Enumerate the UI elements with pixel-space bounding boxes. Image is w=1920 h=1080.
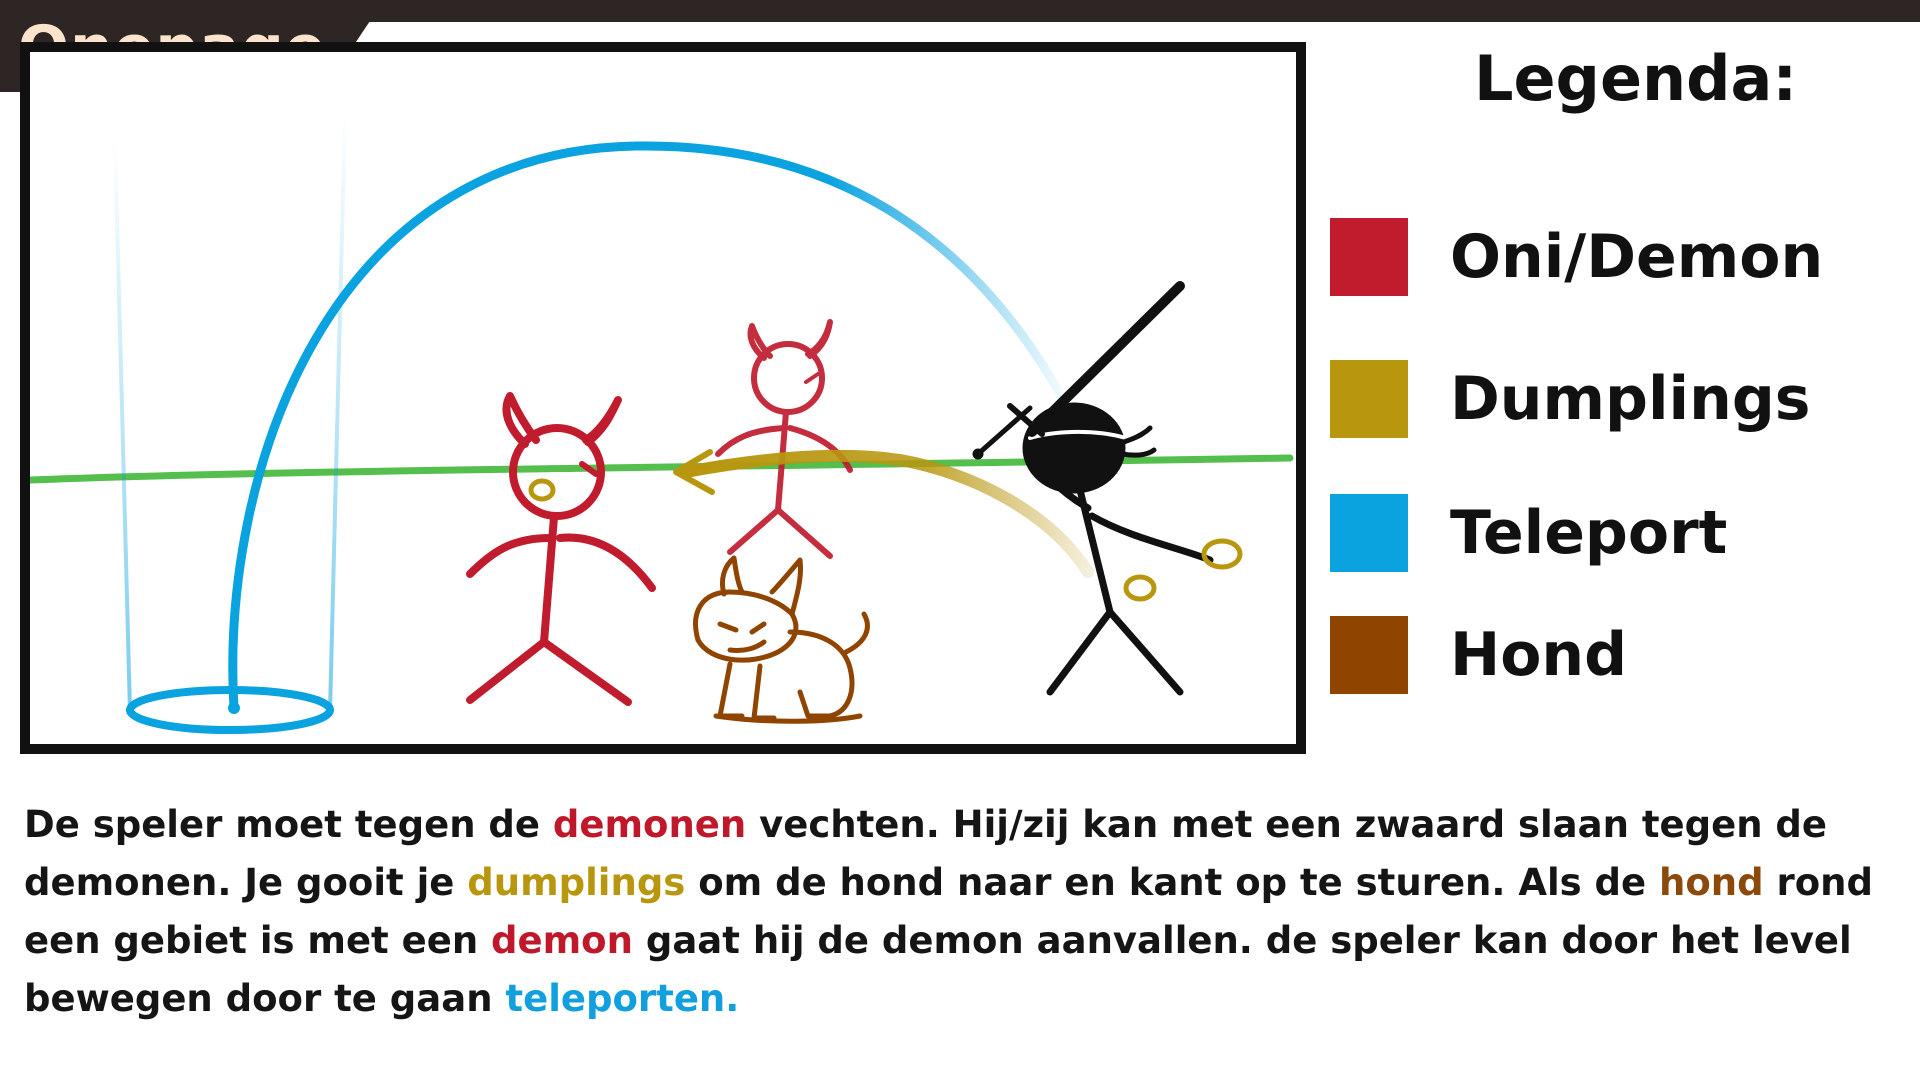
demon-figure-icon [466, 392, 656, 706]
legend-title: Legenda: [1474, 42, 1798, 115]
dumpling-throw-trail [673, 449, 1094, 578]
legend-item-hond: Hond [1330, 616, 1890, 694]
scene-frame [20, 42, 1306, 754]
legend-label-demon: Oni/Demon [1450, 222, 1824, 292]
swatch-dumplings-icon [1330, 360, 1408, 438]
legend-label-dumplings: Dumplings [1450, 364, 1811, 434]
desc-text: om de hond naar en kant op te sturen. Al… [685, 861, 1660, 904]
legend-label-teleport: Teleport [1450, 498, 1728, 568]
scene-illustration [30, 111, 1294, 734]
legend-label-hond: Hond [1450, 620, 1628, 690]
keyword-dumplings: dumplings [467, 861, 686, 904]
demon-figure-icon [715, 319, 853, 559]
description-paragraph: De speler moet tegen de demonen vechten.… [24, 796, 1904, 1028]
teleport-portal-icon [113, 111, 1067, 734]
swatch-demon-icon [1330, 218, 1408, 296]
keyword-demon: demon [491, 919, 633, 962]
swatch-hond-icon [1330, 616, 1408, 694]
keyword-hond: hond [1659, 861, 1764, 904]
keyword-teleporten: teleporten. [505, 977, 740, 1020]
legend-item-teleport: Teleport [1330, 494, 1890, 572]
legend-item-demon: Oni/Demon [1330, 218, 1890, 296]
swatch-teleport-icon [1330, 494, 1408, 572]
keyword-demonen: demonen [552, 803, 747, 846]
dog-figure-icon [693, 555, 870, 724]
legend-item-dumplings: Dumplings [1330, 360, 1890, 438]
ninja-player-icon [1022, 402, 1214, 696]
desc-text: De speler moet tegen de [24, 803, 553, 846]
